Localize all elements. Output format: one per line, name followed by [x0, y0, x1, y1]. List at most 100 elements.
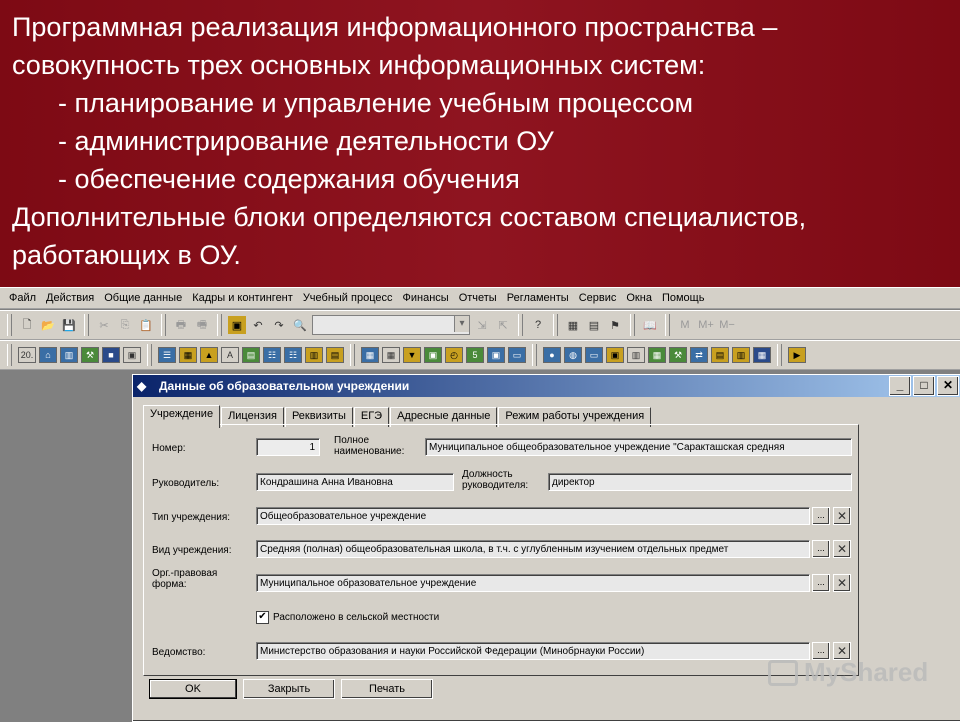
- close-window-button[interactable]: ✕: [937, 376, 959, 396]
- wrench-icon[interactable]: ⚒: [669, 347, 687, 363]
- book-blue-icon[interactable]: ■: [102, 347, 120, 363]
- ok-button[interactable]: OK: [149, 679, 237, 699]
- menu-finance[interactable]: Финансы: [398, 292, 454, 304]
- document-icon[interactable]: ▤: [326, 347, 344, 363]
- graph-icon[interactable]: ▥: [627, 347, 645, 363]
- save-icon[interactable]: 💾: [60, 316, 78, 334]
- redo-icon[interactable]: ↷: [270, 316, 288, 334]
- schedule-icon[interactable]: ▦: [361, 347, 379, 363]
- kind-browse-button[interactable]: ...: [812, 540, 830, 558]
- type-field[interactable]: Общеобразовательное учреждение: [256, 507, 810, 525]
- grid-icon[interactable]: ▦: [382, 347, 400, 363]
- calculator-icon[interactable]: ▦: [564, 316, 582, 334]
- type-browse-button[interactable]: ...: [812, 507, 830, 525]
- search-next-icon[interactable]: ⇲: [473, 316, 491, 334]
- report-icon[interactable]: ▣: [228, 316, 246, 334]
- note-icon[interactable]: ▤: [711, 347, 729, 363]
- pin-icon[interactable]: ▼: [403, 347, 421, 363]
- photo-icon[interactable]: ▣: [606, 347, 624, 363]
- head-field[interactable]: Кондрашина Анна Ивановна: [256, 473, 454, 491]
- archive-icon[interactable]: ▥: [732, 347, 750, 363]
- font-icon[interactable]: A: [221, 347, 239, 363]
- menu-regulations[interactable]: Регламенты: [502, 292, 574, 304]
- chart-icon[interactable]: ▤: [242, 347, 260, 363]
- ege-icon[interactable]: ●: [543, 347, 561, 363]
- cut-icon[interactable]: ✂: [95, 316, 113, 334]
- header-line-3: Дополнительные блоки определяются состав…: [12, 202, 807, 232]
- search-combo[interactable]: [312, 315, 470, 335]
- card-icon[interactable]: ▣: [487, 347, 505, 363]
- globe-icon[interactable]: ◍: [564, 347, 582, 363]
- memory-icon[interactable]: M: [676, 316, 694, 334]
- folder-icon[interactable]: ▭: [508, 347, 526, 363]
- new-document-icon[interactable]: 🗋: [18, 316, 36, 334]
- tab-institution[interactable]: Учреждение: [143, 405, 221, 428]
- menu-help[interactable]: Помощь: [657, 292, 710, 304]
- print-button[interactable]: Печать: [341, 679, 433, 699]
- building-icon[interactable]: ▥: [60, 347, 78, 363]
- clock-icon[interactable]: ◴: [445, 347, 463, 363]
- spreadsheet-icon[interactable]: ▦: [753, 347, 771, 363]
- monitor-icon[interactable]: ▭: [585, 347, 603, 363]
- search-prev-icon[interactable]: ⇱: [494, 316, 512, 334]
- home-icon[interactable]: ⌂: [39, 347, 57, 363]
- calendar-icon[interactable]: ▤: [585, 316, 603, 334]
- menu-education[interactable]: Учебный процесс: [298, 292, 398, 304]
- rural-checkbox[interactable]: ✔: [256, 611, 269, 624]
- position-field[interactable]: директор: [548, 473, 852, 491]
- table-icon[interactable]: ▦: [179, 347, 197, 363]
- lock-icon[interactable]: ▣: [123, 347, 141, 363]
- maximize-button[interactable]: □: [913, 376, 935, 396]
- export-icon[interactable]: ▶: [788, 347, 806, 363]
- find-icon[interactable]: 🔍: [291, 316, 309, 334]
- department-label: Ведомство:: [152, 647, 206, 658]
- list-icon[interactable]: ☰: [158, 347, 176, 363]
- watermark-text: MyShared: [804, 657, 929, 687]
- close-button[interactable]: Закрыть: [243, 679, 335, 699]
- print-icon[interactable]: 🖶: [172, 316, 190, 334]
- kind-field[interactable]: Средняя (полная) общеобразовательная шко…: [256, 540, 810, 558]
- dialog-titlebar[interactable]: ◆ Данные об образовательном учреждении _…: [133, 375, 960, 397]
- menu-reports[interactable]: Отчеты: [454, 292, 502, 304]
- kind-clear-button[interactable]: ✕: [833, 540, 851, 558]
- legal-form-browse-button[interactable]: ...: [812, 574, 830, 592]
- paste-icon[interactable]: 📋: [137, 316, 155, 334]
- flag-icon[interactable]: ⚑: [606, 316, 624, 334]
- department-field[interactable]: Министерство образования и науки Российс…: [256, 642, 810, 660]
- menu-actions[interactable]: Действия: [41, 292, 99, 304]
- memory-plus-icon[interactable]: M+: [697, 316, 715, 334]
- books-icon[interactable]: ▥: [305, 347, 323, 363]
- open-folder-icon[interactable]: 📂: [39, 316, 57, 334]
- menu-service[interactable]: Сервис: [574, 292, 622, 304]
- toolbar-grip[interactable]: [7, 314, 12, 336]
- five-icon[interactable]: 5: [466, 347, 484, 363]
- menu-windows[interactable]: Окна: [621, 292, 657, 304]
- group-icon[interactable]: ☷: [263, 347, 281, 363]
- minimize-button[interactable]: _: [889, 376, 911, 396]
- toolbar-grip[interactable]: [7, 344, 12, 366]
- menu-common-data[interactable]: Общие данные: [99, 292, 187, 304]
- number-field[interactable]: 1: [256, 438, 320, 456]
- fullname-field[interactable]: Муниципальное общеобразовательное учрежд…: [425, 438, 852, 456]
- print-preview-icon[interactable]: 🖷: [193, 316, 211, 334]
- memory-minus-icon[interactable]: M−: [718, 316, 736, 334]
- help-icon[interactable]: ?: [529, 316, 547, 334]
- copy-icon[interactable]: ⎘: [116, 316, 134, 334]
- hat-icon[interactable]: ▲: [200, 347, 218, 363]
- exchange-icon[interactable]: ⇄: [690, 347, 708, 363]
- menu-staff[interactable]: Кадры и контингент: [187, 292, 298, 304]
- type-clear-button[interactable]: ✕: [833, 507, 851, 525]
- tools-icon[interactable]: ⚒: [81, 347, 99, 363]
- book-icon[interactable]: 📖: [641, 316, 659, 334]
- position-label-2: руководителя:: [462, 480, 529, 491]
- date-icon[interactable]: 20.: [18, 347, 36, 363]
- legal-form-field[interactable]: Муниципальное образовательное учреждение: [256, 574, 810, 592]
- grid2-icon[interactable]: ▦: [648, 347, 666, 363]
- toolbar-modules: 20. ⌂ ▥ ⚒ ■ ▣ ☰ ▦ ▲ A ▤ ☷ ☷ ▥ ▤ ▦ ▦ ▼ ▣ …: [0, 340, 960, 370]
- users-icon[interactable]: ☷: [284, 347, 302, 363]
- picture-icon[interactable]: ▣: [424, 347, 442, 363]
- undo-icon[interactable]: ↶: [249, 316, 267, 334]
- legal-form-clear-button[interactable]: ✕: [833, 574, 851, 592]
- toolbar-separator: [350, 344, 355, 366]
- menu-file[interactable]: Файл: [4, 292, 41, 304]
